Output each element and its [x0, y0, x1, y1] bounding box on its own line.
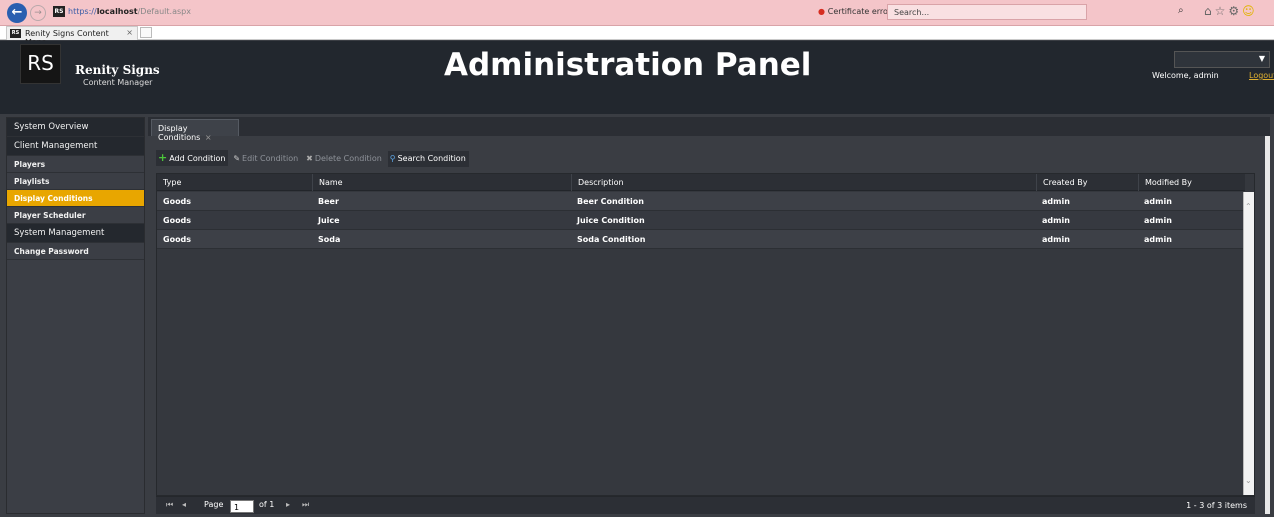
browser-tool-icons[interactable]: ⌂☆⚙☺: [1204, 4, 1258, 18]
sidebar-item-players[interactable]: Players: [7, 156, 144, 173]
smiley-icon[interactable]: ☺: [1242, 4, 1258, 18]
add-condition-label: Add Condition: [169, 154, 226, 163]
column-header-modified-by[interactable]: Modified By: [1138, 174, 1245, 191]
grid-header: Type Name Description Created By Modifie…: [157, 174, 1245, 191]
delete-condition-button[interactable]: ✖ Delete Condition: [304, 151, 385, 167]
url-field[interactable]: https://localhost/Default.aspx: [68, 7, 191, 16]
delete-icon: ✖: [306, 154, 313, 163]
table-row[interactable]: Goods Soda Soda Condition admin admin: [157, 230, 1245, 249]
sidebar-item-change-password[interactable]: Change Password: [7, 243, 144, 260]
magnifier-icon: ⚲: [389, 154, 396, 163]
cell-name: Juice: [318, 216, 340, 225]
brand-subtitle: Content Manager: [83, 78, 153, 87]
cell-description: Soda Condition: [577, 235, 646, 244]
conditions-grid: Type Name Description Created By Modifie…: [156, 173, 1255, 496]
search-icon[interactable]: ⌕: [1178, 5, 1184, 16]
page-of-label: of 1: [259, 500, 275, 509]
cell-created-by: admin: [1042, 197, 1070, 206]
sidebar-item-display-conditions[interactable]: Display Conditions: [7, 190, 144, 207]
column-header-type[interactable]: Type: [157, 174, 312, 191]
site-favicon: RS: [53, 6, 65, 17]
page-number-input[interactable]: 1: [230, 500, 254, 513]
tab-label: Display Conditions: [158, 124, 201, 142]
table-row[interactable]: Goods Juice Juice Condition admin admin: [157, 211, 1245, 230]
pager-info: 1 - 3 of 3 items: [1186, 501, 1247, 510]
prev-page-icon[interactable]: ◂: [182, 500, 186, 509]
first-page-icon[interactable]: ⏮: [166, 500, 173, 510]
forward-arrow-icon[interactable]: →: [30, 5, 46, 21]
logo: RS: [20, 44, 61, 84]
browser-tab[interactable]: RS Renity Signs Content Mana ×: [6, 26, 138, 47]
scroll-down-icon[interactable]: ⌄: [1245, 476, 1252, 485]
cell-name: Soda: [318, 235, 341, 244]
plus-icon: +: [158, 151, 168, 164]
grid-scrollbar[interactable]: ⌃ ⌄: [1243, 192, 1254, 495]
back-arrow-icon[interactable]: ←: [7, 3, 27, 23]
main-tab-bar: Display Conditions ×: [148, 117, 1270, 142]
delete-condition-label: Delete Condition: [314, 154, 382, 163]
cell-modified-by: admin: [1144, 235, 1172, 244]
cell-created-by: admin: [1042, 235, 1070, 244]
cert-error-icon: ●: [818, 7, 828, 16]
new-tab-button[interactable]: [140, 27, 152, 38]
table-row[interactable]: Goods Beer Beer Condition admin admin: [157, 192, 1245, 211]
cell-description: Juice Condition: [577, 216, 645, 225]
panel-edge: [1265, 136, 1270, 514]
url-host: localhost: [96, 7, 138, 16]
cell-name: Beer: [318, 197, 339, 206]
chevron-down-icon: ▼: [1258, 54, 1265, 63]
add-condition-button[interactable]: + Add Condition: [156, 150, 229, 166]
cell-type: Goods: [163, 235, 192, 244]
browser-search-input[interactable]: Search...: [887, 4, 1087, 20]
sidebar-item-client-management[interactable]: Client Management: [7, 137, 144, 156]
url-scheme: https://: [68, 7, 97, 16]
url-path: /Default.aspx: [137, 7, 191, 16]
cell-modified-by: admin: [1144, 216, 1172, 225]
tab-favicon: RS: [10, 29, 21, 38]
user-dropdown[interactable]: ▼: [1174, 51, 1270, 68]
brand-name: Renity Signs: [75, 63, 160, 77]
tab-display-conditions[interactable]: Display Conditions ×: [151, 119, 239, 142]
sidebar-item-system-overview[interactable]: System Overview: [7, 118, 144, 137]
edit-condition-button[interactable]: ✎ Edit Condition: [231, 151, 301, 167]
cert-error-label: Certificate error: [827, 7, 892, 16]
welcome-text: Welcome, admin: [1152, 71, 1219, 80]
page-title: Administration Panel: [444, 47, 812, 83]
grid-pager: ⏮ ◂ Page 1 of 1 ▸ ⏭ 1 - 3 of 3 items: [156, 496, 1255, 514]
scroll-up-icon[interactable]: ⌃: [1245, 202, 1252, 211]
next-page-icon[interactable]: ▸: [286, 500, 290, 509]
sidebar-item-system-management[interactable]: System Management: [7, 224, 144, 243]
home-star-gear-icons[interactable]: ⌂☆⚙: [1204, 4, 1242, 18]
browser-address-bar: ← → RS https://localhost/Default.aspx ● …: [0, 0, 1274, 26]
page-label: Page: [204, 500, 224, 509]
cell-type: Goods: [163, 197, 192, 206]
cell-modified-by: admin: [1144, 197, 1172, 206]
last-page-icon[interactable]: ⏭: [302, 500, 309, 510]
column-header-name[interactable]: Name: [312, 174, 571, 191]
close-tab-icon[interactable]: ×: [126, 28, 133, 37]
search-condition-label: Search Condition: [397, 154, 466, 163]
search-condition-button[interactable]: ⚲ Search Condition: [387, 151, 469, 167]
column-header-created-by[interactable]: Created By: [1036, 174, 1138, 191]
app-header: RS Renity Signs Content Manager Administ…: [0, 41, 1274, 114]
browser-tab-row: RS Renity Signs Content Mana ×: [0, 26, 1274, 47]
main-panel: Display Conditions × + Add Condition ✎ Edi…: [148, 117, 1270, 514]
edit-condition-label: Edit Condition: [242, 154, 299, 163]
cell-description: Beer Condition: [577, 197, 644, 206]
sidebar: System Overview Client Management Player…: [6, 117, 145, 514]
cell-created-by: admin: [1042, 216, 1070, 225]
cell-type: Goods: [163, 216, 192, 225]
logout-link[interactable]: Logout: [1249, 71, 1274, 80]
sidebar-item-player-scheduler[interactable]: Player Scheduler: [7, 207, 144, 224]
grid-rows: Goods Beer Beer Condition admin admin Go…: [157, 192, 1245, 249]
close-icon[interactable]: ×: [205, 133, 212, 142]
column-header-description[interactable]: Description: [571, 174, 1036, 191]
sidebar-item-playlists[interactable]: Playlists: [7, 173, 144, 190]
pencil-icon: ✎: [233, 154, 241, 163]
grid-toolbar: + Add Condition ✎ Edit Condition ✖ Delete C…: [156, 150, 469, 167]
